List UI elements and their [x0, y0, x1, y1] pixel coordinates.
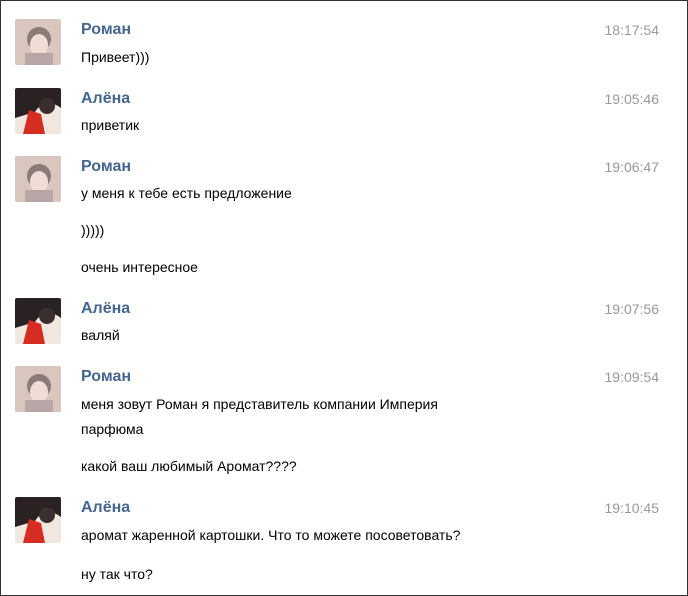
message-text: валяй	[81, 327, 120, 343]
author-name[interactable]: Алёна	[81, 300, 130, 318]
alena-avatar-icon[interactable]	[15, 88, 61, 134]
timestamp: 19:07:56	[604, 301, 660, 317]
alena-avatar-icon[interactable]	[15, 497, 61, 543]
roman-avatar-icon[interactable]	[15, 156, 61, 202]
message-text: очень интересное	[81, 259, 198, 275]
author-name[interactable]: Алёна	[81, 90, 130, 108]
message-text: у меня к тебе есть предложение	[81, 185, 292, 201]
message-text: аромат жаренной картошки. Что то можете …	[81, 527, 461, 543]
message-text: Привеет)))	[81, 49, 150, 65]
timestamp: 19:06:47	[604, 159, 660, 175]
author-name[interactable]: Алёна	[81, 499, 130, 517]
author-name[interactable]: Роман	[81, 368, 131, 386]
roman-avatar-icon[interactable]	[15, 19, 61, 65]
roman-avatar-icon[interactable]	[15, 366, 61, 412]
message-text: парфюма	[81, 421, 144, 437]
timestamp: 19:05:46	[604, 91, 660, 107]
chat-window: Роман 18:17:54 Привеет))) Алёна 19:05:46…	[0, 0, 688, 596]
timestamp: 19:09:54	[604, 369, 660, 385]
author-name[interactable]: Роман	[81, 21, 131, 39]
message-text: )))))	[81, 222, 105, 238]
author-name[interactable]: Роман	[81, 158, 131, 176]
message-text: какой ваш любимый Аромат????	[81, 458, 297, 474]
message-text: ну так что?	[81, 566, 153, 582]
message-text: меня зовут Роман я представитель компани…	[81, 396, 438, 412]
timestamp: 18:17:54	[604, 22, 660, 38]
message-text: приветик	[81, 117, 140, 133]
alena-avatar-icon[interactable]	[15, 298, 61, 344]
timestamp: 19:10:45	[604, 500, 660, 516]
